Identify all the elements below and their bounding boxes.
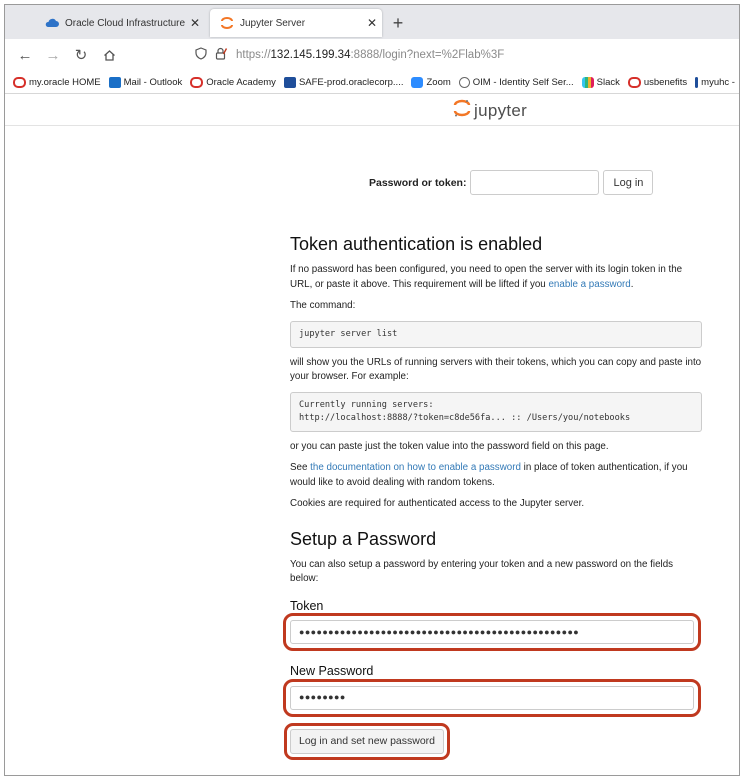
nav-bar: ← → ↻ https://132.145.199.34:8888/login?… <box>5 39 739 71</box>
tab-title: Jupyter Server <box>240 17 306 29</box>
command-label: The command: <box>290 300 356 311</box>
cookies-text: Cookies are required for authenticated a… <box>290 498 585 509</box>
bookmark-slack[interactable]: Slack <box>581 76 620 88</box>
docs-text: See the documentation on how to enable a… <box>290 461 702 490</box>
setup-text: You can also setup a password by enterin… <box>290 558 674 585</box>
oracle-icon <box>13 76 26 88</box>
example-code: Currently running servers: http://localh… <box>290 391 702 432</box>
tab-title: Oracle Cloud Infrastructure | Si <box>65 17 185 29</box>
bookmark-oim[interactable]: OIM - Identity Self Ser... <box>458 76 574 88</box>
bookmark-label: myuhc - <box>701 76 735 88</box>
tab-strip: Oracle Cloud Infrastructure | Si ✕ Jupyt… <box>5 5 739 39</box>
tab-jupyter-server[interactable]: Jupyter Server ✕ <box>210 9 382 37</box>
bookmark-myuhc[interactable]: myuhc - <box>695 76 735 88</box>
close-tab-icon[interactable]: ✕ <box>185 16 205 30</box>
jupyter-login-page: jupyter Password or token: Log in Token … <box>5 94 739 775</box>
setup-heading: Setup a Password <box>290 528 437 549</box>
globe-icon <box>458 76 470 88</box>
logo-text: jupyter <box>474 100 528 120</box>
lock-warning-icon <box>215 47 228 63</box>
shield-icon <box>195 47 207 63</box>
url-path: :8888/login?next=%2Flab%3F <box>350 49 505 61</box>
tab-oracle-cloud[interactable]: Oracle Cloud Infrastructure | Si ✕ <box>35 9 205 37</box>
new-tab-button[interactable]: + <box>386 11 410 35</box>
token-input[interactable]: ●●●●●●●●●●●●●●●●●●●●●●●●●●●●●●●●●●●●●●●●… <box>283 613 701 651</box>
text: . <box>630 278 634 290</box>
bookmark-label: SAFE-prod.oraclecorp.... <box>298 76 404 88</box>
bookmark-label: Oracle Academy <box>206 76 276 88</box>
zoom-icon <box>411 76 424 88</box>
new-password-input[interactable]: ●●●●●●●● <box>283 678 701 717</box>
address-bar[interactable]: https://132.145.199.34:8888/login?next=%… <box>195 43 735 67</box>
jupyter-icon <box>220 16 234 30</box>
browser-window: Oracle Cloud Infrastructure | Si ✕ Jupyt… <box>4 4 740 776</box>
bookmark-label: Slack <box>596 76 620 88</box>
bookmark-usbenefits[interactable]: usbenefits <box>627 76 688 88</box>
url-prefix: https:// <box>236 49 271 61</box>
home-icon[interactable] <box>95 41 123 69</box>
password-input[interactable] <box>470 170 600 195</box>
command-explanation: will show you the URLs of running server… <box>290 356 702 383</box>
outlook-icon <box>108 76 121 88</box>
oracle-icon <box>190 76 204 88</box>
login-button[interactable]: Log in <box>603 170 654 195</box>
bookmark-safe-prod[interactable]: SAFE-prod.oraclecorp.... <box>283 76 404 88</box>
page-header: jupyter <box>5 94 739 126</box>
token-intro: If no password has been configured, you … <box>290 263 702 292</box>
back-icon[interactable]: ← <box>11 41 39 69</box>
jupyter-icon <box>453 98 471 123</box>
bookmark-oracle-academy[interactable]: Oracle Academy <box>190 76 276 88</box>
set-password-button[interactable]: Log in and set new password <box>283 722 451 760</box>
password-label: Password or token: <box>369 176 467 189</box>
bookmark-zoom[interactable]: Zoom <box>411 76 451 88</box>
bookmarks-bar: my.oracle HOME Mail - Outlook Oracle Aca… <box>5 71 739 94</box>
docs-link[interactable]: the documentation on how to enable a pas… <box>310 462 521 473</box>
jupyter-logo[interactable]: jupyter <box>453 98 527 123</box>
bookmark-label: Mail - Outlook <box>123 76 183 88</box>
text: See <box>290 462 311 473</box>
oracle-icon <box>627 76 641 88</box>
paste-token-text: or you can paste just the token value in… <box>290 440 609 452</box>
forward-icon[interactable]: → <box>39 41 67 69</box>
login-form: Password or token: Log in <box>369 170 654 195</box>
command-code: jupyter server list <box>290 320 702 348</box>
enable-password-link[interactable]: enable a password <box>548 279 630 290</box>
bookmark-label: my.oracle HOME <box>29 76 101 88</box>
bookmark-label: OIM - Identity Self Ser... <box>472 76 574 88</box>
bookmark-label: Zoom <box>426 76 451 88</box>
reload-icon[interactable]: ↻ <box>67 41 95 69</box>
token-heading: Token authentication is enabled <box>290 234 543 254</box>
uhc-icon <box>695 76 699 88</box>
new-password-label: New Password <box>290 664 374 678</box>
bookmark-my-oracle-home[interactable]: my.oracle HOME <box>13 76 101 88</box>
cloud-icon <box>45 16 59 30</box>
main-content: Token authentication is enabled If no pa… <box>283 229 702 760</box>
bookmark-mail-outlook[interactable]: Mail - Outlook <box>108 76 183 88</box>
close-tab-icon[interactable]: ✕ <box>362 16 382 30</box>
safe-icon <box>283 76 296 88</box>
slack-icon <box>581 76 594 88</box>
bookmark-label: usbenefits <box>643 76 688 88</box>
url-host: 132.145.199.34 <box>270 49 351 61</box>
token-label: Token <box>290 598 324 613</box>
